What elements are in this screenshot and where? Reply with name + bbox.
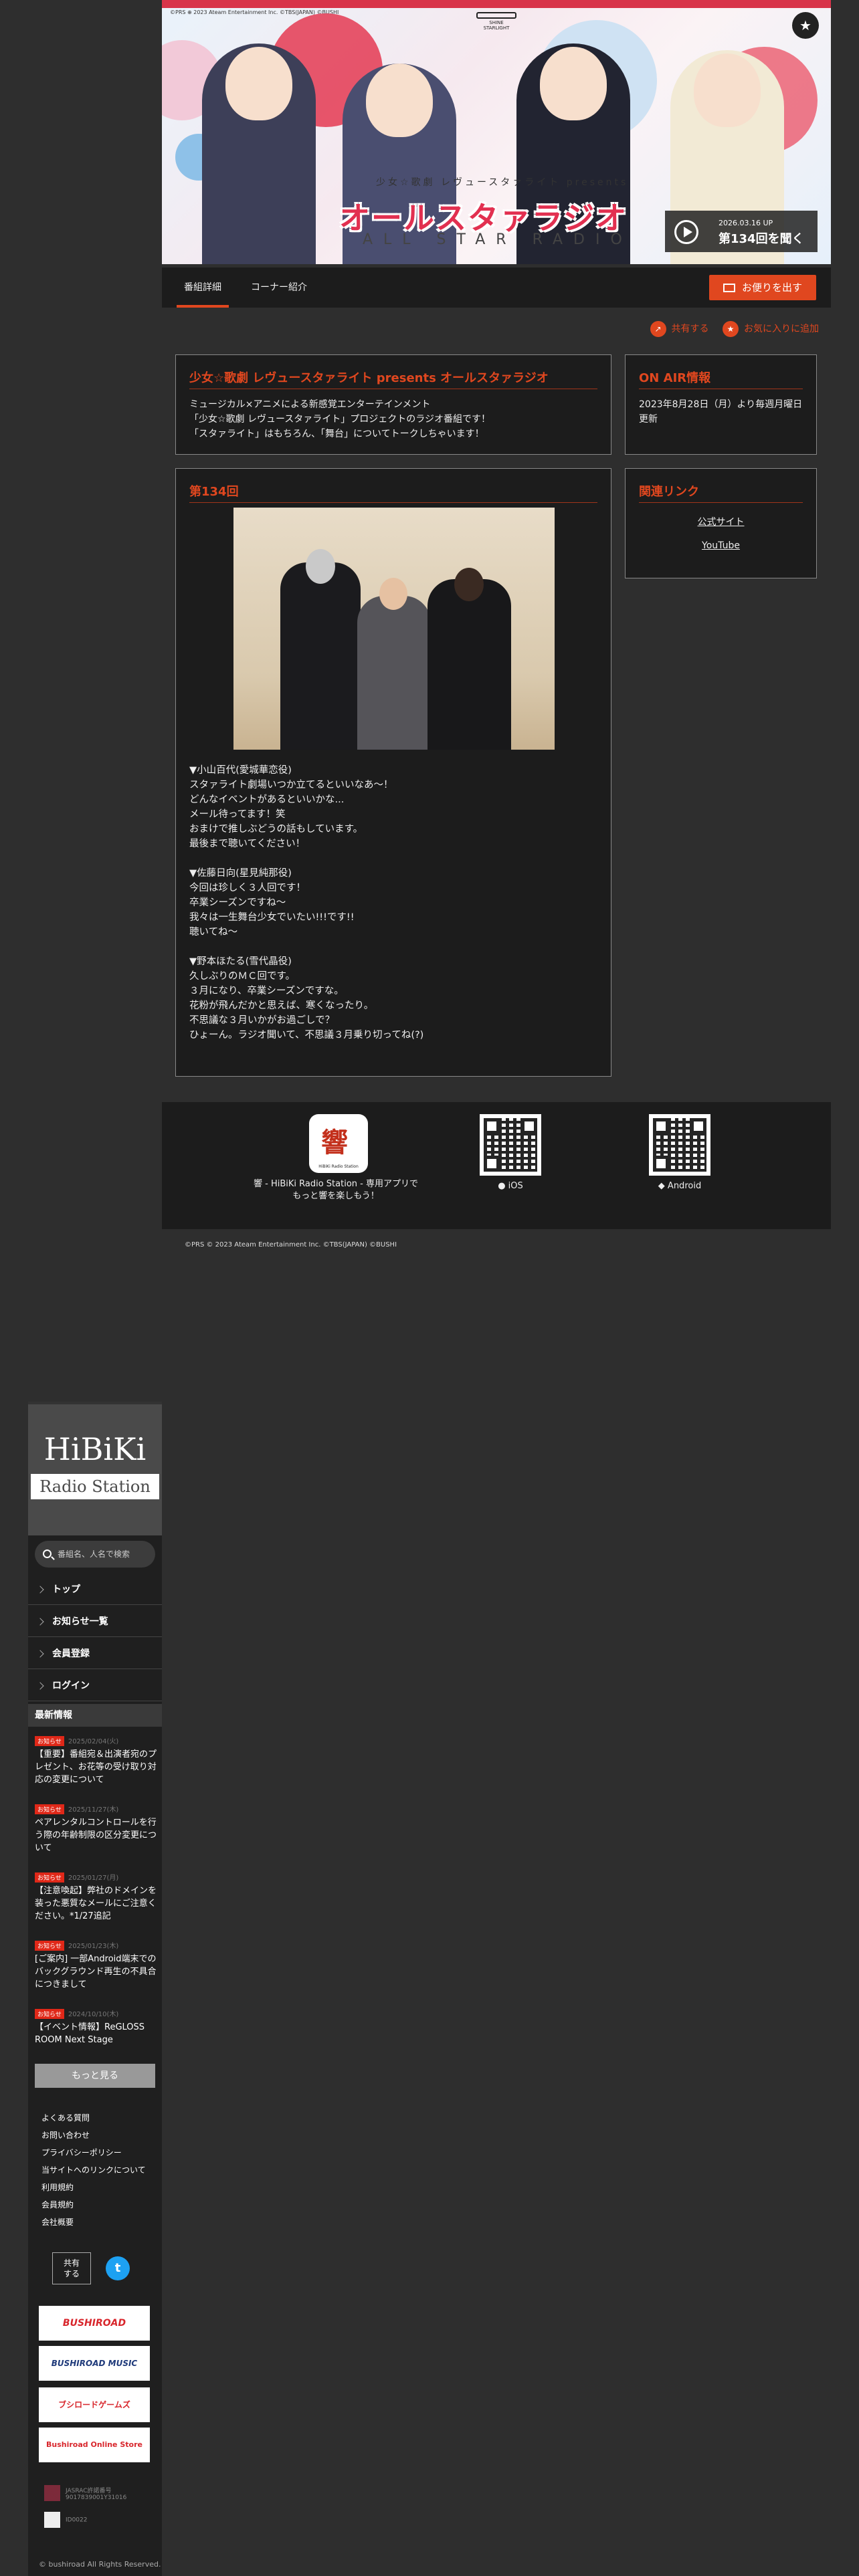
play-icon — [674, 220, 698, 244]
program-info-box: 少女☆歌劇 レヴュースタァライト presents オールスタァラジオ ミュージ… — [175, 354, 611, 455]
sidebar-item-login[interactable]: ログイン — [28, 1671, 162, 1701]
hibiki-logo[interactable]: HiBiKi Radio Station — [28, 1402, 162, 1535]
official-site-link[interactable]: 公式サイト — [639, 515, 803, 528]
page-copyright: ©PRS © 2023 Ateam Entertainment Inc. ©TB… — [185, 1241, 397, 1249]
news-item[interactable]: お知らせ 2025/02/04(火) 【重要】番組宛＆出演者宛のプレゼント、お花等… — [35, 1733, 159, 1786]
character-4-face — [694, 53, 761, 127]
link-member-terms[interactable]: 会員規約 — [41, 2196, 155, 2214]
episode-box: 第134回 ▼小山百代(愛城華恋役) スタァライト劇場いつか立てるといいなあ〜！… — [175, 468, 611, 1077]
nextone-license: ID0022 — [44, 2512, 151, 2528]
share-button[interactable]: 共有 する — [52, 2252, 91, 2284]
android-qr-code[interactable] — [649, 1114, 710, 1176]
sponsor-bushiroad-music[interactable]: BUSHIROAD MUSIC — [39, 2346, 150, 2381]
hibiki-app-icon[interactable]: 響 HiBiKi Radio Station — [309, 1114, 368, 1173]
sidebar-copyright: © bushiroad All Rights Reserved. — [39, 2560, 161, 2569]
news-heading: 最新情報 — [28, 1704, 162, 1727]
person-2-head — [379, 578, 407, 610]
news-item[interactable]: お知らせ 2025/11/27(木) ペアレンタルコントロールを行う際の年齢制限の… — [35, 1802, 159, 1854]
youtube-link[interactable]: YouTube — [639, 540, 803, 551]
jasrac-icon — [44, 2485, 60, 2501]
share-icon: ↗ — [650, 321, 666, 337]
search-input[interactable]: 番組名、人名で検索 — [35, 1541, 155, 1568]
star-icon: ★ — [723, 321, 739, 337]
link-contact[interactable]: お問い合わせ — [41, 2127, 155, 2144]
related-heading: 関連リンク — [639, 482, 803, 503]
chevron-right-icon — [36, 1650, 44, 1658]
person-1 — [280, 562, 361, 750]
hero-top-strip — [162, 0, 831, 8]
twitter-icon[interactable]: t — [106, 2256, 130, 2280]
news-item[interactable]: お知らせ 2025/01/27(月) 【注意喚起】弊社のドメインを装った悪質なメー… — [35, 1870, 159, 1923]
ios-label[interactable]: ● iOS — [480, 1181, 541, 1191]
hero-title-en: ALL STAR RADIO — [363, 231, 633, 248]
sidebar-item-top[interactable]: トップ — [28, 1574, 162, 1605]
android-label[interactable]: ◆ Android — [649, 1181, 710, 1191]
sidebar-item-register[interactable]: 会員登録 — [28, 1638, 162, 1669]
search-icon — [43, 1549, 52, 1558]
onair-box: ON AIR情報 2023年8月28日（月）より毎週月曜日更新 — [625, 354, 817, 455]
latest-episode-button[interactable]: 2026.03.16 UP 第134回を聞く — [665, 211, 818, 252]
program-heading: 少女☆歌劇 レヴュースタァライト presents オールスタァラジオ — [189, 368, 597, 389]
chevron-right-icon — [36, 1618, 44, 1626]
sidebar: HiBiKi Radio Station 番組名、人名で検索 トップ お知らせ一… — [28, 1402, 162, 2576]
envelope-icon — [723, 284, 735, 292]
sidebar-item-news[interactable]: お知らせ一覧 — [28, 1606, 162, 1637]
rating-badge-icon: ★ — [792, 12, 819, 39]
link-faq[interactable]: よくある質問 — [41, 2109, 155, 2127]
favorite-link[interactable]: ★ お気に入りに追加 — [723, 321, 819, 337]
latest-cta: 第134回を聞く — [719, 232, 804, 246]
share-link[interactable]: ↗ 共有する — [650, 321, 709, 337]
link-linking[interactable]: 当サイトへのリンクについて — [41, 2161, 155, 2179]
chevron-right-icon — [36, 1586, 44, 1594]
hero-subtitle: 少女☆歌劇 レヴュースタァライト presents — [376, 177, 629, 188]
sponsor-bushiroad[interactable]: BUSHIROAD — [39, 2306, 150, 2341]
news-item[interactable]: お知らせ 2025/01/23(木) [ご案内] 一部Android端末でのバック… — [35, 1938, 159, 1991]
app-caption: 響 - HiBiKi Radio Station - 専用アプリで もっと響を楽… — [254, 1179, 418, 1201]
app-icon-label: HiBiKi Radio Station — [318, 1164, 359, 1169]
character-3-face — [540, 47, 607, 120]
person-3 — [427, 579, 511, 750]
related-links-box: 関連リンク 公式サイト YouTube — [625, 468, 817, 578]
page: ©PRS ⊕ 2023 Ateam Entertainment Inc. ©TB… — [0, 0, 859, 2576]
chevron-right-icon — [36, 1682, 44, 1690]
link-terms[interactable]: 利用規約 — [41, 2179, 155, 2196]
sponsor-bushiroad-games[interactable]: ブシロードゲームズ — [39, 2387, 150, 2422]
tab-corner-intro[interactable]: コーナー紹介 — [249, 267, 309, 308]
episode-body: ▼小山百代(愛城華恋役) スタァライト劇場いつか立てるといいなあ〜！ どんなイベ… — [189, 765, 424, 1041]
link-privacy[interactable]: プライバシーポリシー — [41, 2144, 155, 2161]
jasrac-license: JASRAC許諾番号 9017839001Y31016 — [44, 2485, 151, 2501]
ios-qr-code[interactable] — [480, 1114, 541, 1176]
nextone-icon — [44, 2512, 60, 2528]
person-1-head — [306, 549, 335, 584]
android-icon: ◆ — [658, 1181, 665, 1191]
shine-starlight-logo: SHINE STARLIGHT — [476, 12, 516, 31]
tab-program-details[interactable]: 番組詳細 — [177, 267, 229, 308]
person-3-head — [454, 568, 484, 601]
sponsor-online-store[interactable]: Bushiroad Online Store — [39, 2428, 150, 2462]
latest-date: 2026.03.16 UP — [719, 219, 773, 227]
footer-links: よくある質問 お問い合わせ プライバシーポリシー 当サイトへのリンクについて 利… — [41, 2109, 155, 2231]
character-1-face — [225, 47, 292, 120]
send-mail-button[interactable]: お便りを出す — [709, 275, 816, 300]
hero-banner: ©PRS ⊕ 2023 Ateam Entertainment Inc. ©TB… — [162, 0, 831, 264]
character-2-face — [366, 64, 433, 137]
onair-heading: ON AIR情報 — [639, 368, 803, 389]
action-links: ↗ 共有する ★ お気に入りに追加 — [640, 321, 819, 338]
tab-bar: 番組詳細 コーナー紹介 お便りを出す — [162, 267, 831, 308]
episode-photo — [233, 508, 555, 750]
episode-heading: 第134回 — [189, 482, 597, 503]
onair-text: 2023年8月28日（月）より毎週月曜日更新 — [639, 399, 803, 425]
more-news-button[interactable]: もっと見る — [35, 2064, 155, 2088]
link-company[interactable]: 会社概要 — [41, 2214, 155, 2231]
program-description: ミュージカル×アニメによる新感覚エンターテインメント 「少女☆歌劇 レヴュースタ… — [189, 399, 491, 439]
news-item[interactable]: お知らせ 2024/10/10(木) 【イベント情報】ReGLOSS ROOM N… — [35, 2006, 159, 2046]
app-download-band: 響 HiBiKi Radio Station 響 - HiBiKi Radio … — [162, 1102, 831, 1229]
apple-icon: ● — [498, 1181, 506, 1191]
person-2 — [357, 596, 431, 750]
